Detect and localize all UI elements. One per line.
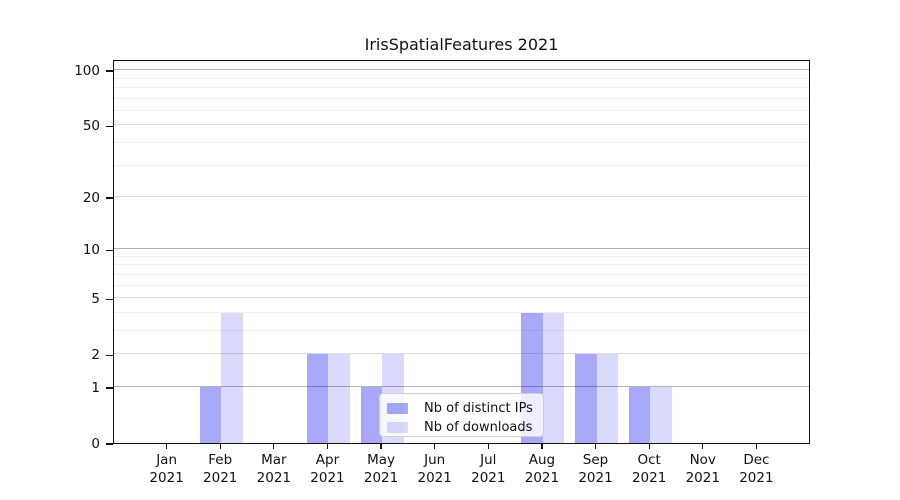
y-tick bbox=[106, 387, 113, 388]
y-tick-label: 10 bbox=[50, 241, 100, 259]
major-gridline bbox=[114, 196, 809, 197]
y-tick bbox=[106, 70, 113, 71]
minor-gridline bbox=[114, 330, 809, 331]
x-tick bbox=[434, 444, 435, 449]
bar-feb-distinct-ips bbox=[200, 387, 222, 443]
x-tick-label: Dec 2021 bbox=[724, 452, 788, 487]
x-tick bbox=[380, 444, 381, 449]
legend-swatch bbox=[387, 403, 408, 414]
y-tick-label: 5 bbox=[50, 290, 100, 308]
legend-label: Nb of downloads bbox=[424, 418, 532, 437]
minor-gridline bbox=[114, 165, 809, 166]
x-tick bbox=[702, 444, 703, 449]
minor-gridline bbox=[114, 285, 809, 286]
x-tick bbox=[756, 444, 757, 449]
y-tick-label: 1 bbox=[50, 379, 100, 397]
y-tick bbox=[106, 126, 113, 127]
minor-gridline bbox=[114, 110, 809, 111]
x-tick bbox=[166, 444, 167, 449]
chart-title: IrisSpatialFeatures 2021 bbox=[113, 35, 810, 55]
y-tick bbox=[106, 355, 113, 356]
x-tick bbox=[488, 444, 489, 449]
bar-oct-distinct-ips bbox=[629, 387, 651, 443]
bar-apr-distinct-ips bbox=[307, 354, 329, 443]
x-tick bbox=[595, 444, 596, 449]
y-tick bbox=[106, 299, 113, 300]
major-gridline bbox=[114, 69, 809, 70]
major-gridline bbox=[114, 124, 809, 125]
x-tick bbox=[541, 444, 542, 449]
bar-sep-distinct-ips bbox=[575, 354, 597, 443]
legend: Nb of distinct IPsNb of downloads bbox=[379, 393, 544, 437]
minor-gridline bbox=[114, 98, 809, 99]
bar-oct-downloads bbox=[650, 387, 672, 443]
bar-apr-downloads bbox=[328, 354, 350, 443]
plot-area: Nb of distinct IPsNb of downloads bbox=[113, 60, 810, 444]
minor-gridline bbox=[114, 264, 809, 265]
x-tick bbox=[649, 444, 650, 449]
y-tick bbox=[106, 250, 113, 251]
major-gridline bbox=[114, 248, 809, 249]
minor-gridline bbox=[114, 142, 809, 143]
x-tick bbox=[220, 444, 221, 449]
figure: IrisSpatialFeatures 2021 Nb of distinct … bbox=[0, 0, 900, 500]
minor-gridline bbox=[114, 256, 809, 257]
legend-item: Nb of distinct IPs bbox=[387, 399, 543, 418]
y-tick bbox=[106, 443, 113, 444]
minor-gridline bbox=[114, 312, 809, 313]
minor-gridline bbox=[114, 274, 809, 275]
legend-item: Nb of downloads bbox=[387, 418, 543, 437]
minor-gridline bbox=[114, 87, 809, 88]
minor-gridline bbox=[114, 78, 809, 79]
y-tick-label: 100 bbox=[50, 62, 100, 80]
legend-label: Nb of distinct IPs bbox=[424, 399, 533, 418]
major-gridline bbox=[114, 353, 809, 354]
y-tick bbox=[106, 197, 113, 198]
bar-sep-downloads bbox=[597, 354, 619, 443]
y-tick-label: 20 bbox=[50, 189, 100, 207]
y-tick-label: 2 bbox=[50, 346, 100, 364]
y-tick-label: 50 bbox=[50, 117, 100, 135]
x-tick bbox=[273, 444, 274, 449]
y-tick-label: 0 bbox=[50, 435, 100, 453]
bar-feb-downloads bbox=[221, 313, 243, 443]
major-gridline bbox=[114, 297, 809, 298]
x-tick bbox=[327, 444, 328, 449]
bar-aug-downloads bbox=[543, 313, 565, 443]
legend-swatch bbox=[387, 422, 408, 433]
